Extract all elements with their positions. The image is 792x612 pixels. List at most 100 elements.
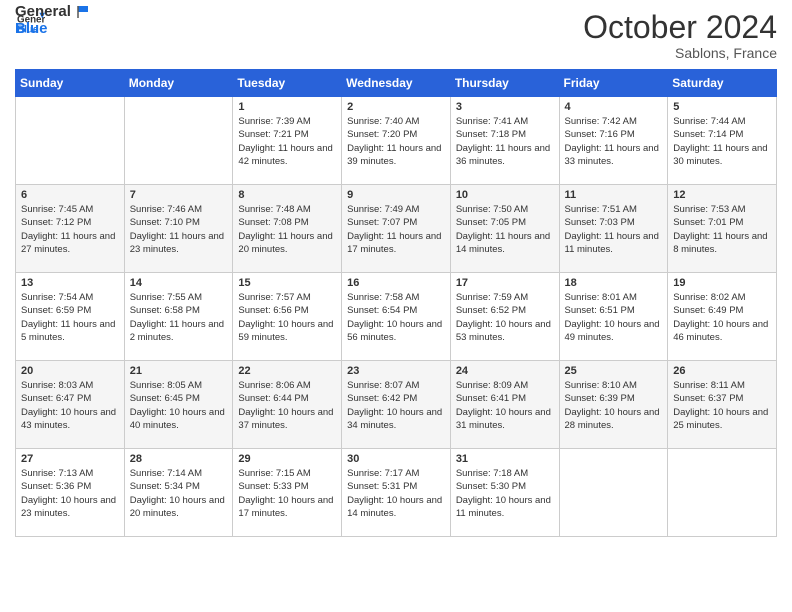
daylight-text: Daylight: 11 hours and 17 minutes. [347,230,445,257]
logo-blue: Blue [15,20,90,37]
daylight-text: Daylight: 10 hours and 53 minutes. [456,318,554,345]
day-number: 16 [347,277,445,289]
sunset-text: Sunset: 6:54 PM [347,304,445,317]
sunset-text: Sunset: 7:01 PM [673,216,771,229]
sunset-text: Sunset: 6:47 PM [21,392,119,405]
sunset-text: Sunset: 5:31 PM [347,480,445,493]
sunset-text: Sunset: 7:08 PM [238,216,336,229]
sunrise-text: Sunrise: 7:18 AM [456,467,554,480]
sunset-text: Sunset: 7:16 PM [565,128,663,141]
daylight-text: Daylight: 11 hours and 8 minutes. [673,230,771,257]
sunrise-text: Sunrise: 8:01 AM [565,291,663,304]
calendar-cell: 12Sunrise: 7:53 AMSunset: 7:01 PMDayligh… [668,185,777,273]
sunset-text: Sunset: 7:03 PM [565,216,663,229]
cell-info: Sunrise: 8:09 AMSunset: 6:41 PMDaylight:… [456,379,554,432]
sunset-text: Sunset: 6:51 PM [565,304,663,317]
day-number: 4 [565,101,663,113]
calendar-cell: 6 Sunrise: 7:45 AMSunset: 7:12 PMDaylight… [16,185,125,273]
calendar-cell: 13Sunrise: 7:54 AMSunset: 6:59 PMDayligh… [16,273,125,361]
cell-info: Sunrise: 7:13 AMSunset: 5:36 PMDaylight:… [21,467,119,520]
sunset-text: Sunset: 5:34 PM [130,480,228,493]
day-number: 6 [21,189,119,201]
calendar-cell: 25Sunrise: 8:10 AMSunset: 6:39 PMDayligh… [559,361,668,449]
day-number: 18 [565,277,663,289]
calendar-cell: 14 Sunrise: 7:55 AMSunset: 6:58 PMDayligh… [124,273,233,361]
cell-info: Sunrise: 7:46 AMSunset: 7:10 PMDaylight:… [130,203,228,256]
col-saturday: Saturday [668,70,777,97]
day-number: 14 [130,277,228,289]
sunset-text: Sunset: 7:21 PM [238,128,336,141]
calendar-cell: 16 Sunrise: 7:58 AMSunset: 6:54 PMDayligh… [342,273,451,361]
calendar-cell: 15Sunrise: 7:57 AMSunset: 6:56 PMDayligh… [233,273,342,361]
day-number: 2 [347,101,445,113]
sunrise-text: Sunrise: 7:46 AM [130,203,228,216]
location-subtitle: Sablons, France [583,45,777,61]
logo-general: General [15,3,90,20]
daylight-text: Daylight: 10 hours and 14 minutes. [347,494,445,521]
day-number: 31 [456,453,554,465]
calendar-cell: 8Sunrise: 7:48 AMSunset: 7:08 PMDaylight… [233,185,342,273]
calendar-cell: 22Sunrise: 8:06 AMSunset: 6:44 PMDayligh… [233,361,342,449]
sunset-text: Sunset: 5:36 PM [21,480,119,493]
cell-info: Sunrise: 8:11 AMSunset: 6:37 PMDaylight:… [673,379,771,432]
calendar-week-row: 13Sunrise: 7:54 AMSunset: 6:59 PMDayligh… [16,273,777,361]
sunrise-text: Sunrise: 7:14 AM [130,467,228,480]
day-number: 3 [456,101,554,113]
cell-info: Sunrise: 7:14 AMSunset: 5:34 PMDaylight:… [130,467,228,520]
sunset-text: Sunset: 6:56 PM [238,304,336,317]
logo-flag-icon [76,5,90,19]
calendar-cell: 2Sunrise: 7:40 AMSunset: 7:20 PMDaylight… [342,97,451,185]
daylight-text: Daylight: 10 hours and 17 minutes. [238,494,336,521]
col-wednesday: Wednesday [342,70,451,97]
header: General Blue General Blue [15,10,777,61]
cell-info: Sunrise: 7:55 AMSunset: 6:58 PMDaylight:… [130,291,228,344]
daylight-text: Daylight: 10 hours and 23 minutes. [21,494,119,521]
cell-info: Sunrise: 7:39 AMSunset: 7:21 PMDaylight:… [238,115,336,168]
calendar-cell: 19Sunrise: 8:02 AMSunset: 6:49 PMDayligh… [668,273,777,361]
sunset-text: Sunset: 6:58 PM [130,304,228,317]
daylight-text: Daylight: 11 hours and 30 minutes. [673,142,771,169]
sunrise-text: Sunrise: 7:44 AM [673,115,771,128]
cell-info: Sunrise: 7:41 AMSunset: 7:18 PMDaylight:… [456,115,554,168]
sunset-text: Sunset: 6:39 PM [565,392,663,405]
day-number: 21 [130,365,228,377]
col-thursday: Thursday [450,70,559,97]
cell-info: Sunrise: 7:17 AMSunset: 5:31 PMDaylight:… [347,467,445,520]
cell-info: Sunrise: 7:54 AMSunset: 6:59 PMDaylight:… [21,291,119,344]
day-number: 17 [456,277,554,289]
daylight-text: Daylight: 10 hours and 56 minutes. [347,318,445,345]
sunrise-text: Sunrise: 7:57 AM [238,291,336,304]
cell-info: Sunrise: 7:45 AMSunset: 7:12 PMDaylight:… [21,203,119,256]
day-number: 28 [130,453,228,465]
calendar-cell: 7Sunrise: 7:46 AMSunset: 7:10 PMDaylight… [124,185,233,273]
sunset-text: Sunset: 5:33 PM [238,480,336,493]
sunrise-text: Sunrise: 7:13 AM [21,467,119,480]
daylight-text: Daylight: 10 hours and 37 minutes. [238,406,336,433]
sunrise-text: Sunrise: 8:07 AM [347,379,445,392]
cell-info: Sunrise: 7:15 AMSunset: 5:33 PMDaylight:… [238,467,336,520]
day-number: 20 [21,365,119,377]
sunset-text: Sunset: 6:52 PM [456,304,554,317]
sunrise-text: Sunrise: 7:39 AM [238,115,336,128]
daylight-text: Daylight: 11 hours and 11 minutes. [565,230,663,257]
calendar-cell: 17Sunrise: 7:59 AMSunset: 6:52 PMDayligh… [450,273,559,361]
daylight-text: Daylight: 11 hours and 20 minutes. [238,230,336,257]
sunset-text: Sunset: 7:05 PM [456,216,554,229]
cell-info: Sunrise: 7:51 AMSunset: 7:03 PMDaylight:… [565,203,663,256]
day-number: 25 [565,365,663,377]
sunrise-text: Sunrise: 8:03 AM [21,379,119,392]
sunset-text: Sunset: 5:30 PM [456,480,554,493]
daylight-text: Daylight: 10 hours and 43 minutes. [21,406,119,433]
cell-info: Sunrise: 7:58 AMSunset: 6:54 PMDaylight:… [347,291,445,344]
sunrise-text: Sunrise: 7:17 AM [347,467,445,480]
cell-info: Sunrise: 7:18 AMSunset: 5:30 PMDaylight:… [456,467,554,520]
calendar-cell: 20 Sunrise: 8:03 AMSunset: 6:47 PMDayligh… [16,361,125,449]
sunrise-text: Sunrise: 7:54 AM [21,291,119,304]
daylight-text: Daylight: 11 hours and 5 minutes. [21,318,119,345]
calendar-cell: 26Sunrise: 8:11 AMSunset: 6:37 PMDayligh… [668,361,777,449]
sunrise-text: Sunrise: 7:48 AM [238,203,336,216]
cell-info: Sunrise: 8:02 AMSunset: 6:49 PMDaylight:… [673,291,771,344]
daylight-text: Daylight: 10 hours and 20 minutes. [130,494,228,521]
page-container: General Blue General Blue [0,0,792,552]
sunrise-text: Sunrise: 7:55 AM [130,291,228,304]
